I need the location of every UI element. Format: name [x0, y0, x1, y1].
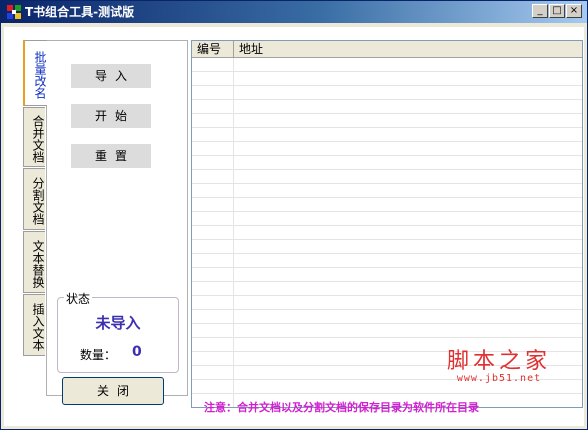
status-group: 状态 未导入 数量： 0	[57, 290, 179, 373]
import-button[interactable]: 导入	[71, 64, 151, 88]
column-header-address[interactable]: 地址	[234, 41, 582, 57]
start-button[interactable]: 开始	[71, 104, 151, 128]
status-legend: 状态	[64, 290, 93, 307]
app-icon	[7, 5, 21, 19]
minimize-button[interactable]: _	[532, 4, 548, 18]
title-bar[interactable]: T书组合工具-测试版 _ □ ×	[1, 1, 587, 23]
tab-insert-text[interactable]: 插入文本	[23, 294, 45, 356]
close-button[interactable]: 关闭	[62, 377, 164, 405]
client-area: 批量改名 合并文档 分割文档 文本替换 插入文本 导入 开始 重置 状态 未导入…	[4, 27, 584, 426]
watermark-text: 脚本之家	[446, 349, 551, 374]
count-value: 0	[132, 344, 142, 360]
window-title: T书组合工具-测试版	[25, 5, 135, 19]
watermark: 脚本之家 www.jb51.net	[429, 349, 569, 384]
tab-merge-docs[interactable]: 合并文档	[23, 107, 45, 167]
tab-text-replace[interactable]: 文本替换	[23, 231, 45, 293]
tab-batch-rename[interactable]: 批量改名	[23, 40, 47, 106]
app-window: T书组合工具-测试版 _ □ × 批量改名 合并文档 分割文档 文本替换 插入文…	[0, 0, 588, 430]
batch-rename-panel: 导入 开始 重置 状态 未导入 数量： 0	[46, 40, 188, 396]
maximize-button[interactable]: □	[549, 4, 565, 18]
status-value: 未导入	[95, 314, 141, 332]
tab-split-docs[interactable]: 分割文档	[23, 168, 45, 230]
column-header-number[interactable]: 编号	[192, 41, 234, 57]
column-divider	[233, 58, 234, 407]
reset-button[interactable]: 重置	[71, 144, 151, 168]
count-label: 数量：	[80, 348, 117, 362]
note-text: 注意：合并文档以及分割文档的保存目录为软件所在目录	[204, 401, 479, 414]
list-header: 编号 地址	[192, 41, 582, 58]
close-window-button[interactable]: ×	[566, 4, 582, 18]
